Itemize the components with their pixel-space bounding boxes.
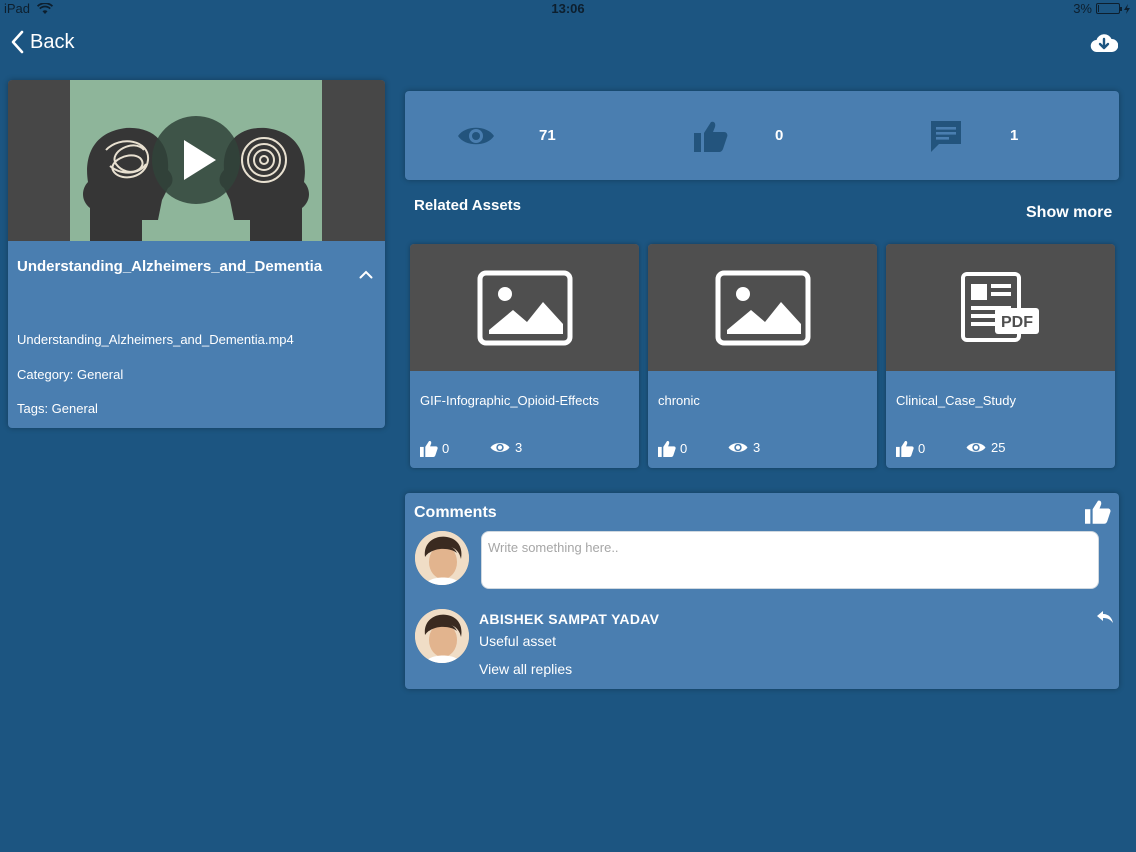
comments-panel: Comments Write something here.. ABISHEK … [405, 493, 1119, 689]
status-right: 3% [1073, 1, 1130, 16]
asset-views-count: 25 [991, 440, 1006, 455]
video-category: Category: General [17, 367, 124, 382]
image-icon [715, 270, 810, 345]
battery-percent: 3% [1073, 1, 1092, 16]
like-asset-button[interactable] [1085, 499, 1111, 529]
comment-author: ABISHEK SAMPAT YADAV [479, 611, 660, 627]
asset-card[interactable]: GIF-Infographic_Opioid-Effects 0 3 [410, 244, 639, 468]
asset-likes-count: 0 [680, 441, 688, 456]
asset-card[interactable]: PDF Clinical_Case_Study 0 25 [886, 244, 1115, 468]
thumbs-up-icon [896, 440, 914, 457]
current-user-avatar [415, 531, 469, 585]
asset-views: 3 [728, 440, 760, 455]
back-button[interactable]: Back [10, 30, 74, 54]
chevron-left-icon [11, 30, 24, 54]
views-count: 71 [539, 127, 556, 144]
asset-views: 25 [966, 440, 1005, 455]
asset-name: GIF-Infographic_Opioid-Effects [420, 393, 599, 408]
video-artwork [70, 80, 322, 241]
battery-icon [1096, 3, 1122, 14]
comment-text: Useful asset [479, 633, 557, 649]
asset-likes: 0 [420, 440, 449, 457]
video-card: Understanding_Alzheimers_and_Dementia Un… [8, 80, 385, 428]
asset-name: chronic [658, 393, 700, 408]
collapse-button[interactable] [359, 266, 373, 284]
status-bar: iPad 13:06 3% [0, 0, 1136, 18]
person-avatar-icon [415, 531, 469, 585]
video-filename: Understanding_Alzheimers_and_Dementia.mp… [17, 332, 294, 347]
back-label: Back [30, 30, 75, 53]
eye-icon [458, 127, 494, 144]
view-all-replies-link[interactable]: View all replies [479, 661, 572, 677]
eye-icon [490, 443, 510, 452]
download-button[interactable] [1090, 32, 1119, 59]
comments-count: 1 [1010, 127, 1019, 144]
comments-stat[interactable]: 1 [929, 91, 1018, 180]
asset-thumbnail [648, 244, 877, 371]
eye-icon [966, 443, 986, 452]
video-title-row: Understanding_Alzheimers_and_Dementia [17, 258, 377, 276]
eye-icon [728, 443, 748, 452]
asset-thumbnail: PDF [886, 244, 1115, 371]
video-thumbnail[interactable] [8, 80, 385, 241]
thumbs-up-icon [658, 440, 676, 457]
reply-button[interactable] [1097, 611, 1113, 629]
chevron-up-icon [359, 270, 373, 279]
asset-views: 3 [490, 440, 522, 455]
clock: 13:06 [551, 1, 585, 16]
comment-input[interactable] [481, 531, 1099, 589]
asset-detail-screen: iPad 13:06 3% Back Understanding_Alzheim… [0, 0, 1136, 852]
cloud-download-icon [1090, 34, 1119, 53]
charging-icon [1124, 3, 1130, 14]
asset-likes-count: 0 [918, 441, 926, 456]
person-avatar-icon [415, 609, 469, 663]
reply-icon [1097, 611, 1113, 623]
asset-likes: 0 [896, 440, 925, 457]
image-icon [477, 270, 572, 345]
asset-likes-count: 0 [442, 441, 450, 456]
related-assets-title: Related Assets [414, 197, 521, 214]
likes-count: 0 [775, 127, 784, 144]
asset-thumbnail [410, 244, 639, 371]
asset-card[interactable]: chronic 0 3 [648, 244, 877, 468]
thumbs-up-icon [694, 121, 728, 152]
comment-icon [931, 120, 961, 152]
likes-stat[interactable]: 0 [694, 91, 783, 180]
heads-illustration [83, 116, 309, 241]
asset-name: Clinical_Case_Study [896, 393, 1016, 408]
comments-title: Comments [414, 504, 497, 521]
pdf-icon: PDF [960, 271, 1039, 342]
asset-views-count: 3 [753, 440, 761, 455]
pdf-badge: PDF [1001, 314, 1033, 331]
video-title: Understanding_Alzheimers_and_Dementia [17, 258, 323, 275]
asset-views-count: 3 [515, 440, 523, 455]
stats-bar: 71 0 1 [405, 91, 1119, 180]
thumbs-up-icon [420, 440, 438, 457]
thumbs-up-icon [1085, 500, 1111, 524]
show-more-link[interactable]: Show more [1026, 204, 1112, 222]
video-tags: Tags: General [17, 401, 98, 416]
comment-author-avatar [415, 609, 469, 663]
asset-likes: 0 [658, 440, 687, 457]
views-stat: 71 [457, 91, 556, 180]
